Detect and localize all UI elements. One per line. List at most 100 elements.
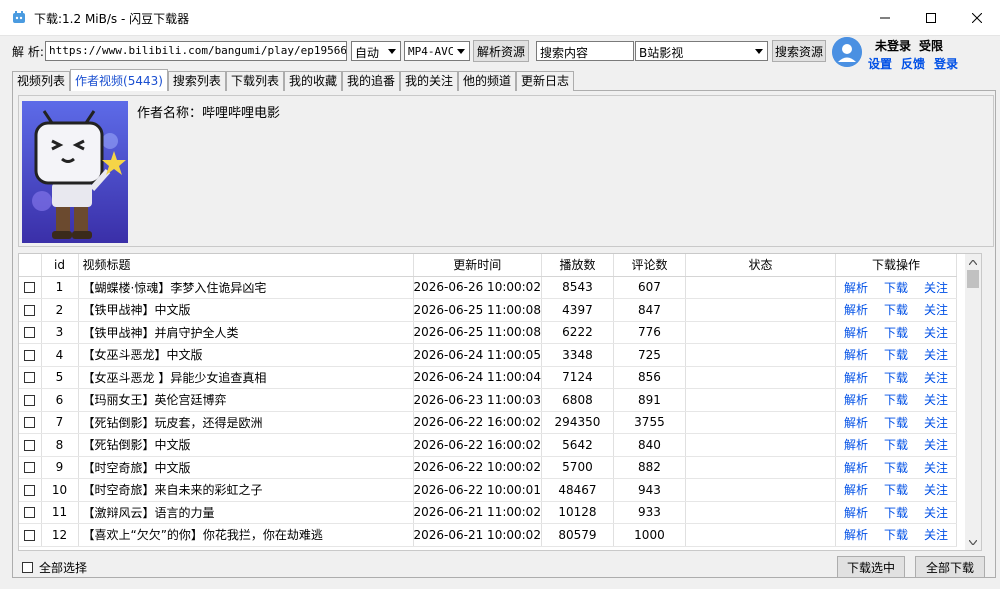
row-checkbox[interactable] bbox=[24, 417, 36, 429]
close-button[interactable] bbox=[954, 0, 1000, 36]
row-checkbox[interactable] bbox=[24, 327, 36, 339]
search-resource-button[interactable]: 搜索资源 bbox=[772, 40, 826, 62]
row-checkbox[interactable] bbox=[24, 349, 36, 361]
tab-his-channel[interactable]: 他的频道 bbox=[458, 71, 517, 91]
row-checkbox[interactable] bbox=[24, 282, 36, 294]
download-link[interactable]: 下载 bbox=[884, 416, 908, 430]
download-link[interactable]: 下载 bbox=[884, 281, 908, 295]
follow-link[interactable]: 关注 bbox=[924, 303, 948, 317]
scroll-down-icon[interactable] bbox=[965, 534, 981, 550]
select-all-checkbox[interactable]: 全部选择 bbox=[22, 559, 87, 576]
scrollbar-thumb[interactable] bbox=[967, 270, 979, 288]
row-checkbox[interactable] bbox=[24, 372, 36, 384]
vertical-scrollbar[interactable] bbox=[965, 253, 982, 551]
tab-author-videos[interactable]: 作者视频(5443) bbox=[70, 69, 168, 91]
follow-link[interactable]: 关注 bbox=[924, 461, 948, 475]
maximize-button[interactable] bbox=[908, 0, 954, 36]
table-row[interactable]: 9 【时空奇旅】中文版 2026-06-22 10:00:02 5700 882 解析 下载… bbox=[19, 456, 958, 479]
download-selected-button[interactable]: 下载选中 bbox=[837, 556, 905, 578]
follow-link[interactable]: 关注 bbox=[924, 528, 948, 542]
follow-link[interactable]: 关注 bbox=[924, 348, 948, 362]
parse-link[interactable]: 解析 bbox=[844, 461, 868, 475]
table-row[interactable]: 5 【女巫斗恶龙 】异能少女追查真相 2026-06-24 11:00:04 7124… bbox=[19, 366, 958, 389]
tab-my-follows[interactable]: 我的关注 bbox=[399, 71, 458, 91]
avatar[interactable] bbox=[832, 37, 862, 67]
tab-my-favorites[interactable]: 我的收藏 bbox=[283, 71, 342, 91]
table-row[interactable]: 7 【死钻倒影】玩皮套，还得是欧洲 2026-06-22 16:00:02 29435… bbox=[19, 411, 958, 434]
source-select[interactable]: B站影视 bbox=[635, 41, 768, 61]
tab-download-list[interactable]: 下载列表 bbox=[225, 71, 284, 91]
table-row[interactable]: 1 【蝴蝶楼·惊魂】李梦入住诡异凶宅 2026-06-26 10:00:02 8543… bbox=[19, 276, 958, 299]
parse-link[interactable]: 解析 bbox=[844, 326, 868, 340]
mode-select[interactable]: 自动 bbox=[351, 41, 401, 61]
follow-link[interactable]: 关注 bbox=[924, 506, 948, 520]
row-checkbox[interactable] bbox=[24, 304, 36, 316]
row-checkbox[interactable] bbox=[24, 507, 36, 519]
column-header-title[interactable]: 视频标题 bbox=[78, 254, 414, 277]
row-checkbox[interactable] bbox=[24, 439, 36, 451]
cell-id: 12 bbox=[41, 523, 79, 547]
search-input[interactable]: 搜索内容 bbox=[536, 41, 634, 61]
column-header-time[interactable]: 更新时间 bbox=[413, 254, 542, 277]
table-row[interactable]: 3 【铁甲战神】并肩守护全人类 2026-06-25 11:00:08 6222 776… bbox=[19, 321, 958, 344]
parse-link[interactable]: 解析 bbox=[844, 303, 868, 317]
minimize-button[interactable] bbox=[862, 0, 908, 36]
table-row[interactable]: 12 【喜欢上“欠欠”的你】你花我拦，你在劫难逃 2026-06-21 10:00:… bbox=[19, 523, 958, 547]
parse-link[interactable]: 解析 bbox=[844, 483, 868, 497]
download-link[interactable]: 下载 bbox=[884, 371, 908, 385]
download-link[interactable]: 下载 bbox=[884, 528, 908, 542]
follow-link[interactable]: 关注 bbox=[924, 483, 948, 497]
follow-link[interactable]: 关注 bbox=[924, 326, 948, 340]
table-row[interactable]: 6 【玛丽女王】英伦宫廷博弈 2026-06-23 11:00:03 6808 891 解… bbox=[19, 388, 958, 412]
parse-link[interactable]: 解析 bbox=[844, 438, 868, 452]
parse-link[interactable]: 解析 bbox=[844, 506, 868, 520]
follow-link[interactable]: 关注 bbox=[924, 438, 948, 452]
download-link[interactable]: 下载 bbox=[884, 461, 908, 475]
parse-link[interactable]: 解析 bbox=[844, 348, 868, 362]
login-link[interactable]: 登录 bbox=[934, 57, 958, 71]
feedback-link[interactable]: 反馈 bbox=[901, 57, 925, 71]
column-header-status[interactable]: 状态 bbox=[685, 254, 836, 277]
parse-link[interactable]: 解析 bbox=[844, 528, 868, 542]
download-all-button[interactable]: 全部下载 bbox=[915, 556, 985, 578]
cell-time: 2026-06-25 11:00:08 bbox=[413, 298, 542, 322]
table-row[interactable]: 2 【铁甲战神】中文版 2026-06-25 11:00:08 4397 847 解析 下载… bbox=[19, 298, 958, 322]
row-checkbox[interactable] bbox=[24, 529, 36, 541]
follow-link[interactable]: 关注 bbox=[924, 416, 948, 430]
download-link[interactable]: 下载 bbox=[884, 303, 908, 317]
parse-link[interactable]: 解析 bbox=[844, 416, 868, 430]
tab-search-list[interactable]: 搜索列表 bbox=[167, 71, 226, 91]
url-input[interactable]: https://www.bilibili.com/bangumi/play/ep… bbox=[45, 41, 347, 61]
table-row[interactable]: 10 【时空奇旅】来自未来的彩虹之子 2026-06-22 10:00:01 4846… bbox=[19, 478, 958, 502]
download-link[interactable]: 下载 bbox=[884, 348, 908, 362]
row-checkbox[interactable] bbox=[24, 462, 36, 474]
settings-link[interactable]: 设置 bbox=[868, 57, 892, 71]
download-link[interactable]: 下载 bbox=[884, 438, 908, 452]
download-link[interactable]: 下载 bbox=[884, 326, 908, 340]
video-table: id 视频标题 更新时间 播放数 评论数 状态 下载操作 1 【蝴蝶楼·惊魂】李梦… bbox=[18, 253, 982, 551]
parse-link[interactable]: 解析 bbox=[844, 281, 868, 295]
table-row[interactable]: 4 【女巫斗恶龙】中文版 2026-06-24 11:00:05 3348 725 解析 下… bbox=[19, 343, 958, 367]
parse-link[interactable]: 解析 bbox=[844, 371, 868, 385]
checkbox[interactable] bbox=[22, 562, 33, 573]
parse-resource-button[interactable]: 解析资源 bbox=[473, 40, 529, 62]
download-link[interactable]: 下载 bbox=[884, 393, 908, 407]
row-checkbox[interactable] bbox=[24, 484, 36, 496]
row-checkbox[interactable] bbox=[24, 394, 36, 406]
follow-link[interactable]: 关注 bbox=[924, 281, 948, 295]
column-header-plays[interactable]: 播放数 bbox=[541, 254, 614, 277]
follow-link[interactable]: 关注 bbox=[924, 393, 948, 407]
table-row[interactable]: 8 【死钻倒影】中文版 2026-06-22 16:00:02 5642 840 解析 下载… bbox=[19, 433, 958, 457]
scroll-up-icon[interactable] bbox=[965, 254, 981, 270]
column-header-comments[interactable]: 评论数 bbox=[613, 254, 686, 277]
table-row[interactable]: 11 【激辩风云】语言的力量 2026-06-21 11:00:02 10128 933… bbox=[19, 501, 958, 524]
tab-video-list[interactable]: 视频列表 bbox=[12, 71, 71, 91]
follow-link[interactable]: 关注 bbox=[924, 371, 948, 385]
tab-my-bangumi[interactable]: 我的追番 bbox=[341, 71, 400, 91]
column-header-id[interactable]: id bbox=[41, 254, 79, 277]
download-link[interactable]: 下载 bbox=[884, 483, 908, 497]
format-select[interactable]: MP4-AVC bbox=[404, 41, 470, 61]
download-link[interactable]: 下载 bbox=[884, 506, 908, 520]
tab-changelog[interactable]: 更新日志 bbox=[516, 71, 575, 91]
parse-link[interactable]: 解析 bbox=[844, 393, 868, 407]
